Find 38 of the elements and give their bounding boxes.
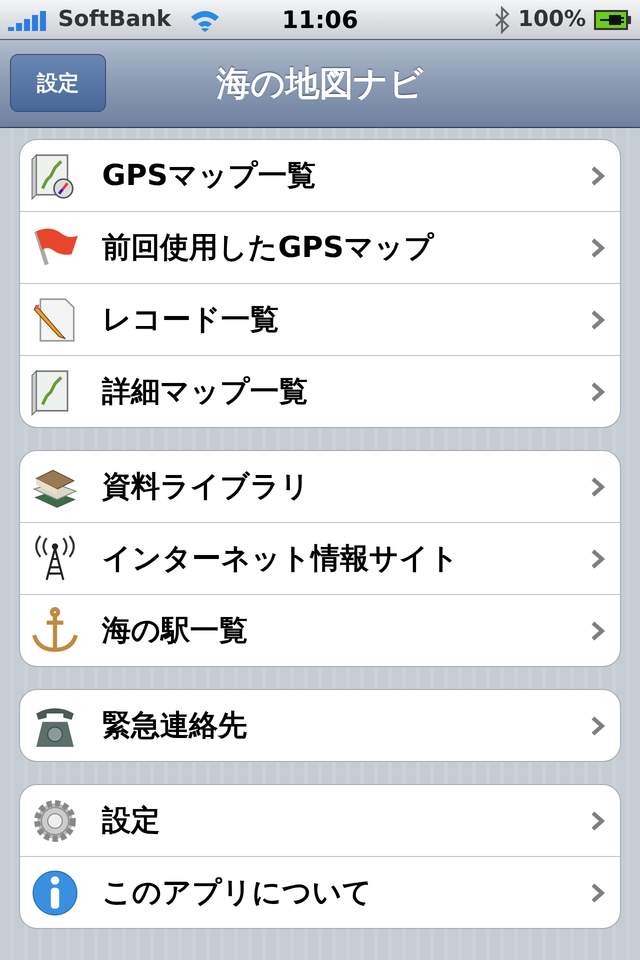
bluetooth-icon	[494, 6, 510, 34]
menu-item[interactable]: 資料ライブラリ	[20, 451, 620, 522]
menu-label: このアプリについて	[102, 874, 373, 910]
menu-item[interactable]: レコード一覧	[20, 283, 620, 355]
menu-item[interactable]: 前回使用したGPSマップ	[20, 211, 620, 283]
menu-item[interactable]: 海の駅一覧	[20, 594, 620, 666]
chevron-icon	[590, 620, 606, 642]
chevron-icon	[590, 882, 606, 904]
chevron-icon	[590, 236, 606, 258]
menu-item[interactable]: 設定	[20, 785, 620, 856]
menu-label: インターネット情報サイト	[102, 540, 460, 576]
battery-charging-icon	[594, 10, 632, 30]
clock-time: 11:06	[282, 6, 358, 34]
menu-item[interactable]: このアプリについて	[20, 856, 620, 928]
chevron-icon	[590, 810, 606, 832]
info-icon	[30, 868, 80, 918]
settings-button[interactable]: 設定	[10, 54, 106, 112]
menu-item[interactable]: インターネット情報サイト	[20, 522, 620, 594]
battery-percent: 100%	[518, 7, 586, 32]
menu-item[interactable]: 緊急連絡先	[20, 690, 620, 761]
menu-label: 資料ライブラリ	[102, 468, 311, 504]
menu-label: GPSマップ一覧	[102, 156, 317, 194]
menu-label: 海の駅一覧	[102, 612, 249, 648]
menu-item[interactable]: GPSマップ一覧	[20, 140, 620, 211]
chevron-icon	[590, 380, 606, 402]
carrier-name: SoftBank	[58, 7, 171, 32]
chevron-icon	[590, 308, 606, 330]
menu-item[interactable]: 詳細マップ一覧	[20, 355, 620, 427]
menu-label: 前回使用したGPSマップ	[102, 228, 436, 266]
menu-label: 詳細マップ一覧	[102, 372, 309, 410]
chevron-icon	[590, 164, 606, 186]
nav-title: 海の地図ナビ	[216, 62, 424, 106]
chevron-icon	[590, 548, 606, 570]
chevron-icon	[590, 714, 606, 736]
menu-label: 設定	[102, 802, 161, 838]
chevron-icon	[590, 476, 606, 498]
menu-label: レコード一覧	[102, 300, 280, 338]
menu-label: 緊急連絡先	[102, 706, 248, 744]
